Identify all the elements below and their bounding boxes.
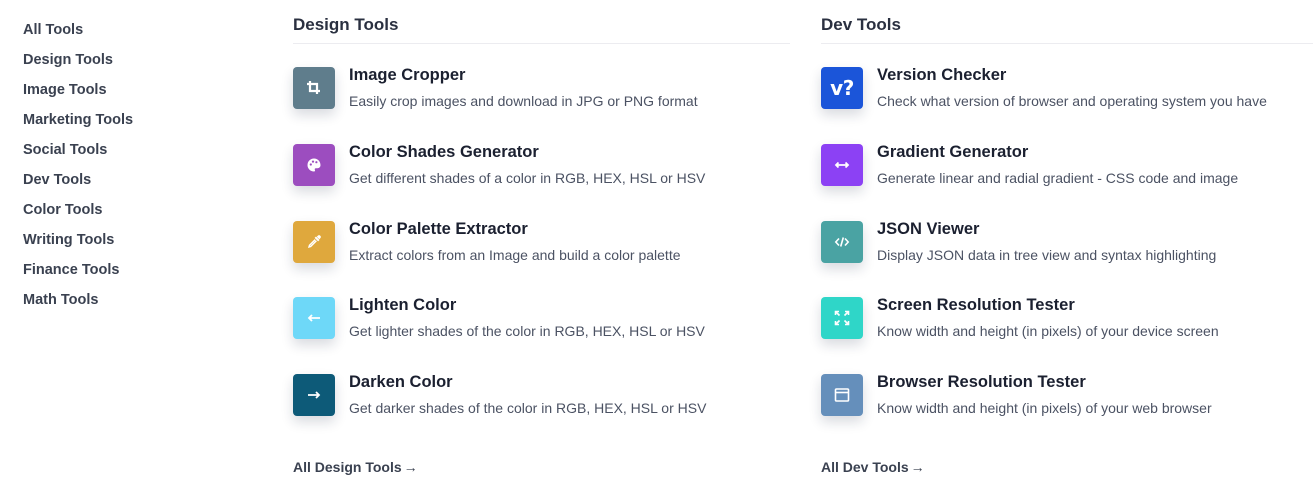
sidebar-item-writing-tools[interactable]: Writing Tools	[23, 229, 223, 259]
tool-name: Lighten Color	[349, 296, 457, 315]
sidebar-item-dev-tools[interactable]: Dev Tools	[23, 169, 223, 199]
tool-text: Gradient Generator Generate linear and r…	[877, 141, 1238, 187]
tool-card-browser-resolution-tester[interactable]: Browser Resolution Tester Know width and…	[821, 371, 1313, 451]
sidebar-item-math-tools[interactable]: Math Tools	[23, 289, 223, 319]
version-icon: v?	[821, 67, 863, 109]
tool-description: Extract colors from an Image and build a…	[349, 246, 681, 263]
tool-text: Screen Resolution Tester Know width and …	[877, 294, 1219, 340]
arrow-right-icon	[293, 374, 335, 416]
double-arrow-icon	[821, 143, 863, 186]
sidebar-item-image-tools[interactable]: Image Tools	[23, 79, 223, 109]
tool-name: Darken Color	[349, 373, 453, 391]
tool-card-darken-color[interactable]: Darken Color Get darker shades of the co…	[293, 371, 790, 451]
tool-text: Darken Color Get darker shades of the co…	[349, 371, 706, 417]
all-design-tools-link[interactable]: All Design Tools →	[293, 459, 418, 475]
link-label: All Dev Tools	[821, 458, 909, 475]
dev-tools-section: Dev Tools v? Version Checker Check what …	[821, 0, 1313, 477]
tool-text: Color Shades Generator Get different sha…	[349, 141, 705, 187]
tool-list: v? Version Checker Check what version of…	[821, 64, 1313, 451]
arrow-left-icon	[293, 297, 335, 340]
arrow-right-icon: →	[910, 458, 925, 475]
code-icon	[821, 220, 863, 263]
tool-card-lighten-color[interactable]: Lighten Color Get lighter shades of the …	[293, 294, 790, 374]
palette-icon	[293, 143, 335, 186]
sidebar-item-design-tools[interactable]: Design Tools	[23, 49, 223, 79]
tool-name: Screen Resolution Tester	[877, 296, 1075, 315]
tool-name: Gradient Generator	[877, 142, 1029, 161]
arrow-right-icon: →	[403, 458, 418, 475]
browser-window-icon	[821, 374, 863, 416]
tool-list: Image Cropper Easily crop images and dow…	[293, 64, 790, 451]
all-dev-tools-link[interactable]: All Dev Tools →	[821, 459, 925, 475]
sidebar-item-color-tools[interactable]: Color Tools	[23, 199, 223, 229]
tool-card-color-palette-extractor[interactable]: Color Palette Extractor Extract colors f…	[293, 218, 790, 298]
tool-name: Browser Resolution Tester	[877, 373, 1086, 391]
tool-description: Know width and height (in pixels) of you…	[877, 323, 1219, 340]
tool-name: Color Shades Generator	[349, 142, 539, 161]
eyedropper-icon	[293, 220, 335, 263]
expand-icon	[821, 297, 863, 340]
tool-description: Generate linear and radial gradient - CS…	[877, 169, 1239, 186]
tool-description: Get different shades of a color in RGB, …	[349, 169, 706, 186]
tool-text: JSON Viewer Display JSON data in tree vi…	[877, 218, 1216, 264]
tool-name: Version Checker	[877, 66, 1007, 84]
crop-icon	[293, 67, 335, 109]
tools-page: All Tools Design Tools Image Tools Marke…	[0, 0, 1313, 490]
tool-name: Color Palette Extractor	[349, 219, 528, 238]
tool-description: Get lighter shades of the color in RGB, …	[349, 323, 705, 340]
tool-description: Know width and height (in pixels) of you…	[877, 400, 1212, 416]
sidebar: All Tools Design Tools Image Tools Marke…	[23, 19, 223, 319]
tool-text: Color Palette Extractor Extract colors f…	[349, 218, 681, 264]
tool-description: Display JSON data in tree view and synta…	[877, 246, 1217, 263]
section-title: Dev Tools	[821, 0, 1313, 44]
tool-card-gradient-generator[interactable]: Gradient Generator Generate linear and r…	[821, 141, 1313, 221]
tool-card-screen-resolution-tester[interactable]: Screen Resolution Tester Know width and …	[821, 294, 1313, 374]
tool-card-json-viewer[interactable]: JSON Viewer Display JSON data in tree vi…	[821, 218, 1313, 298]
tool-text: Version Checker Check what version of br…	[877, 64, 1267, 110]
sidebar-item-social-tools[interactable]: Social Tools	[23, 139, 223, 169]
design-tools-section: Design Tools Image Cropper Easily crop i…	[293, 0, 790, 477]
section-title: Design Tools	[293, 0, 790, 44]
tool-card-color-shades-generator[interactable]: Color Shades Generator Get different sha…	[293, 141, 790, 221]
tool-description: Get darker shades of the color in RGB, H…	[349, 400, 707, 416]
sidebar-item-marketing-tools[interactable]: Marketing Tools	[23, 109, 223, 139]
sidebar-item-all-tools[interactable]: All Tools	[23, 19, 223, 49]
sidebar-item-finance-tools[interactable]: Finance Tools	[23, 259, 223, 289]
link-label: All Design Tools	[293, 458, 402, 475]
tool-card-version-checker[interactable]: v? Version Checker Check what version of…	[821, 64, 1313, 144]
tool-text: Image Cropper Easily crop images and dow…	[349, 64, 698, 110]
version-icon-text: v?	[830, 76, 854, 100]
tool-description: Easily crop images and download in JPG o…	[349, 93, 698, 109]
tool-text: Lighten Color Get lighter shades of the …	[349, 294, 705, 340]
tool-name: Image Cropper	[349, 66, 466, 84]
tool-text: Browser Resolution Tester Know width and…	[877, 371, 1212, 417]
tool-name: JSON Viewer	[877, 219, 980, 238]
tool-description: Check what version of browser and operat…	[877, 93, 1267, 109]
tool-card-image-cropper[interactable]: Image Cropper Easily crop images and dow…	[293, 64, 790, 144]
